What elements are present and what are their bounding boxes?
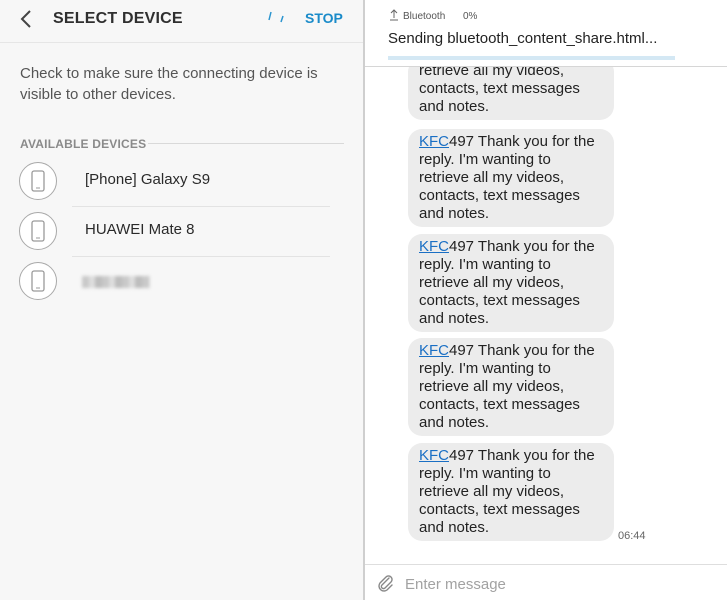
select-device-header: SELECT DEVICE STOP — [0, 0, 363, 43]
device-item[interactable]: [Phone] Galaxy S9 — [0, 160, 363, 208]
conversation-thread[interactable]: retrieve all my videos, contacts, text m… — [365, 66, 727, 564]
row-divider — [72, 206, 330, 207]
device-item[interactable] — [0, 260, 363, 308]
phone-icon — [31, 170, 45, 192]
device-icon-circle — [19, 212, 57, 250]
message-input[interactable] — [405, 574, 705, 594]
upload-icon — [390, 9, 398, 21]
phone-icon — [31, 270, 45, 292]
device-icon-circle — [19, 162, 57, 200]
message-timestamp: 06:44 — [618, 530, 646, 542]
visibility-hint: Check to make sure the connecting device… — [20, 65, 318, 103]
transfer-progress-bar — [388, 56, 675, 60]
bluetooth-transfer-notification[interactable]: Bluetooth 0% Sending bluetooth_content_s… — [365, 0, 727, 67]
message-bubble[interactable]: retrieve all my videos, contacts, text m… — [408, 66, 614, 120]
message-bubble[interactable]: KFC497 Thank you for the reply. I'm want… — [408, 129, 614, 227]
select-device-panel: SELECT DEVICE STOP Check to make sure th… — [0, 0, 363, 600]
notification-app-name: Bluetooth — [403, 11, 446, 22]
device-name: HUAWEI Mate 8 — [85, 221, 195, 238]
message-composer — [365, 564, 727, 601]
message-bubble[interactable]: KFC497 Thank you for the reply. I'm want… — [408, 338, 614, 436]
available-devices-label: AVAILABLE DEVICES — [20, 137, 147, 151]
section-divider — [148, 143, 344, 144]
message-link[interactable]: KFC — [419, 238, 449, 255]
device-name: [Phone] Galaxy S9 — [85, 171, 211, 188]
message-text: retrieve all my videos, contacts, text m… — [419, 66, 580, 115]
message-link[interactable]: KFC — [419, 133, 449, 150]
transfer-percent: 0% — [463, 11, 478, 22]
messages-panel: Bluetooth 0% Sending bluetooth_content_s… — [365, 0, 727, 601]
row-divider — [72, 256, 330, 257]
message-link[interactable]: KFC — [419, 447, 449, 464]
attachment-icon[interactable] — [377, 574, 395, 592]
message-bubble[interactable]: KFC497 Thank you for the reply. I'm want… — [408, 234, 614, 332]
sending-status: Sending bluetooth_content_share.html... — [388, 30, 658, 47]
device-icon-circle — [19, 262, 57, 300]
stop-button[interactable]: STOP — [305, 10, 343, 26]
back-arrow-icon — [20, 10, 31, 28]
message-bubble[interactable]: KFC497 Thank you for the reply. I'm want… — [408, 443, 614, 541]
device-item[interactable]: HUAWEI Mate 8 — [0, 210, 363, 258]
obscured-device-name — [82, 276, 150, 288]
back-button[interactable] — [14, 6, 38, 32]
phone-icon — [31, 220, 45, 242]
loading-spinner-icon — [268, 11, 284, 23]
message-link[interactable]: KFC — [419, 342, 449, 359]
page-title: SELECT DEVICE — [53, 10, 183, 27]
